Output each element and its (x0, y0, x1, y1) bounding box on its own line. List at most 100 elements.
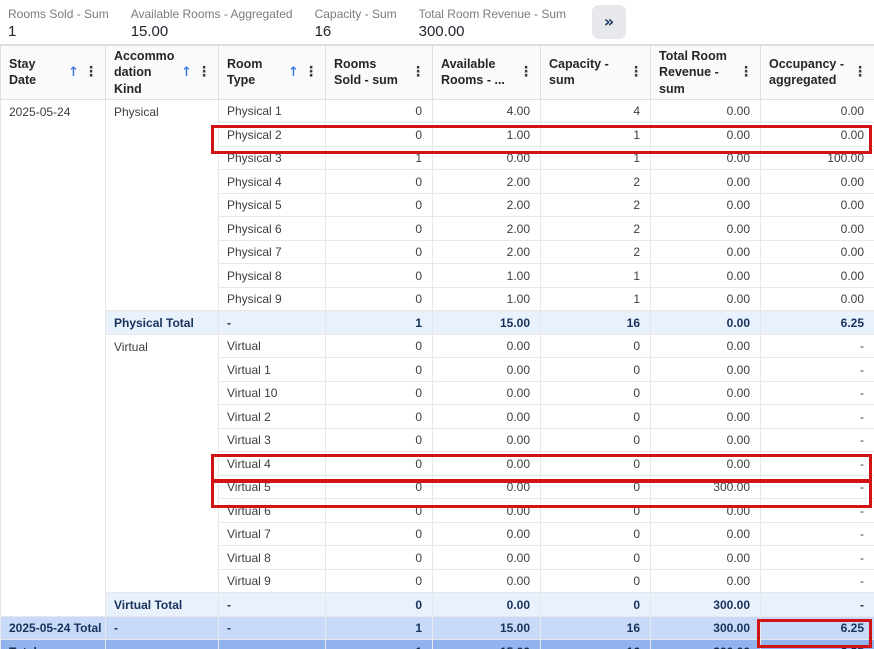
cell: Physical Total (106, 311, 219, 335)
cell: 0.00 (651, 240, 761, 264)
cell: 0.00 (651, 522, 761, 546)
cell: 0 (541, 593, 651, 617)
cell: 0 (326, 217, 433, 241)
summary-label: Available Rooms - Aggregated (131, 7, 293, 22)
sort-asc-icon: ↑ (181, 65, 192, 80)
cell: - (761, 428, 874, 452)
cell: 0 (326, 287, 433, 311)
cell: 15.00 (433, 616, 541, 640)
column-header-label: Rooms Sold - sum (334, 56, 406, 89)
pivot-table-container: Stay Date↑⋮Accommodation Kind↑⋮Room Type… (0, 45, 874, 649)
cell: 6.25 (761, 311, 874, 335)
cell: 6.25 (761, 616, 874, 640)
cell: 100.00 (761, 146, 874, 170)
column-menu-icon[interactable]: ⋮ (195, 64, 213, 80)
cell: 0.00 (651, 287, 761, 311)
cell: Physical 2 (219, 123, 326, 147)
column-header-accommodation-kind[interactable]: Accommodation Kind↑⋮ (106, 46, 219, 100)
summary-item-capacity: Capacity - Sum 16 (315, 7, 397, 44)
cell: 0 (541, 358, 651, 382)
column-menu-icon[interactable]: ⋮ (409, 64, 427, 80)
cell: - (219, 640, 326, 649)
cell: Virtual 1 (219, 358, 326, 382)
cell: 4.00 (433, 99, 541, 123)
cell: - (761, 358, 874, 382)
summary-label: Total Room Revenue - Sum (419, 7, 566, 22)
column-header-total-room-revenue-sum[interactable]: Total Room Revenue - sum⋮ (651, 46, 761, 100)
cell: 0 (541, 522, 651, 546)
datetotal-row: 2025-05-24 Total--115.0016300.006.25 (1, 616, 874, 640)
cell: 0 (541, 405, 651, 429)
column-header-label: Occupancy - aggregated (769, 56, 848, 89)
cell: Virtual 8 (219, 546, 326, 570)
cell: Virtual 2 (219, 405, 326, 429)
cell: Physical 5 (219, 193, 326, 217)
cell: 15.00 (433, 640, 541, 649)
column-header-rooms-sold-sum[interactable]: Rooms Sold - sum⋮ (326, 46, 433, 100)
subtotal-row: Physical Total-115.00160.006.25 (1, 311, 874, 335)
cell: 0.00 (761, 287, 874, 311)
cell: - (761, 475, 874, 499)
cell: 2 (541, 193, 651, 217)
cell: Virtual 9 (219, 569, 326, 593)
cell: 1 (541, 123, 651, 147)
cell: 16 (541, 640, 651, 649)
cell: 1 (326, 146, 433, 170)
summary-label: Rooms Sold - Sum (8, 7, 109, 22)
cell: - (761, 522, 874, 546)
cell: - (761, 499, 874, 523)
cell: - (761, 593, 874, 617)
cell: 1 (326, 640, 433, 649)
cell: 1.00 (433, 123, 541, 147)
cell: 15.00 (433, 311, 541, 335)
cell: 1 (541, 287, 651, 311)
cell: 2.00 (433, 217, 541, 241)
cell: 0.00 (433, 499, 541, 523)
cell: 6.25 (761, 640, 874, 649)
column-header-stay-date[interactable]: Stay Date↑⋮ (1, 46, 106, 100)
cell: - (761, 569, 874, 593)
cell: 0 (541, 546, 651, 570)
column-header-occupancy-aggregated[interactable]: Occupancy - aggregated⋮ (761, 46, 874, 100)
column-menu-icon[interactable]: ⋮ (82, 64, 100, 80)
cell: - (761, 452, 874, 476)
column-menu-icon[interactable]: ⋮ (517, 64, 535, 80)
cell: Virtual (106, 334, 219, 593)
cell: 0.00 (433, 428, 541, 452)
cell: 2.00 (433, 240, 541, 264)
cell: 0 (326, 428, 433, 452)
column-menu-icon[interactable]: ⋮ (737, 64, 755, 80)
cell: 0 (326, 405, 433, 429)
cell: 16 (541, 311, 651, 335)
column-menu-icon[interactable]: ⋮ (627, 64, 645, 80)
cell: 0.00 (651, 546, 761, 570)
cell: 0 (326, 593, 433, 617)
cell: 300.00 (651, 593, 761, 617)
cell: 0 (541, 381, 651, 405)
column-header-label: Available Rooms - ... (441, 56, 514, 89)
cell: 0 (326, 452, 433, 476)
cell: 300.00 (651, 616, 761, 640)
cell: 0.00 (651, 334, 761, 358)
subtotal-row: Virtual Total-00.000300.00- (1, 593, 874, 617)
cell: 0 (326, 240, 433, 264)
cell: Virtual 6 (219, 499, 326, 523)
cell: 0.00 (651, 99, 761, 123)
cell: 0.00 (433, 593, 541, 617)
cell: 0 (326, 475, 433, 499)
column-menu-icon[interactable]: ⋮ (851, 64, 869, 80)
cell: 0.00 (651, 146, 761, 170)
cell: 0.00 (433, 334, 541, 358)
column-menu-icon[interactable]: ⋮ (302, 64, 320, 80)
column-header-room-type[interactable]: Room Type↑⋮ (219, 46, 326, 100)
summary-value: 15.00 (131, 23, 293, 40)
cell: 0.00 (761, 123, 874, 147)
expand-columns-button[interactable]: » (592, 5, 626, 39)
cell: - (219, 616, 326, 640)
cell: 16 (541, 616, 651, 640)
cell: 0.00 (433, 381, 541, 405)
summary-value: 1 (8, 23, 109, 40)
cell: 0.00 (651, 123, 761, 147)
column-header-available-rooms[interactable]: Available Rooms - ...⋮ (433, 46, 541, 100)
column-header-capacity-sum[interactable]: Capacity - sum⋮ (541, 46, 651, 100)
